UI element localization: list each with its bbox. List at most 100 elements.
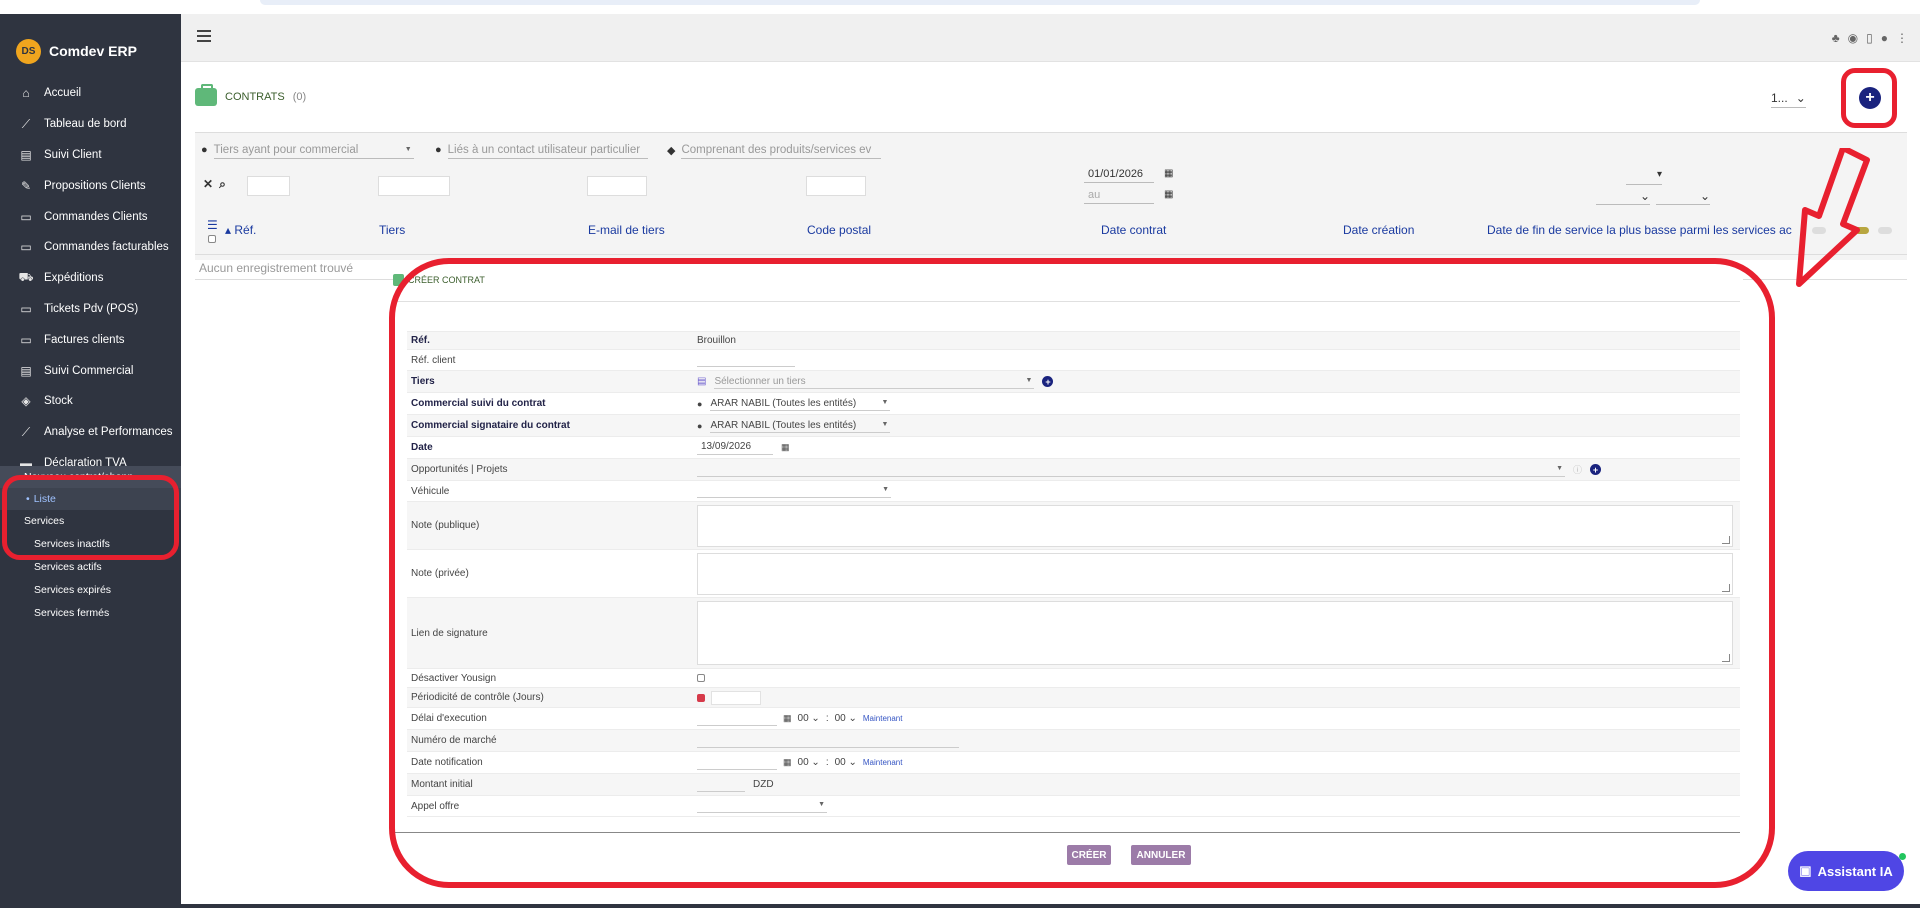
sidebar-item-label: Commandes facturables bbox=[44, 241, 169, 254]
sidebar-item-9[interactable]: ▤ Suivi Commercial bbox=[0, 355, 181, 386]
filter-select-small[interactable]: ▾ bbox=[1626, 169, 1662, 185]
online-status-dot bbox=[1899, 853, 1906, 860]
column-list-icon[interactable]: ☰ bbox=[207, 218, 218, 232]
sidebar-item-label: Tickets Pdv (POS) bbox=[44, 302, 139, 315]
sidebar-item-2[interactable]: ▤ Suivi Client bbox=[0, 140, 181, 171]
sidebar-item-0[interactable]: ⌂ Accueil bbox=[0, 78, 181, 109]
date-start-input[interactable]: 01/01/2026 bbox=[1084, 166, 1154, 183]
filter-products[interactable]: ◆ Comprenant des produits/services ev bbox=[667, 141, 882, 159]
sidebar-item-8[interactable]: ▭ Factures clients bbox=[0, 324, 181, 355]
column-email[interactable]: E-mail de tiers bbox=[588, 223, 665, 237]
calendar-icon[interactable]: ▦ bbox=[1164, 189, 1173, 200]
sidebar-item-7[interactable]: ▭ Tickets Pdv (POS) bbox=[0, 294, 181, 325]
sidebar-service-3[interactable]: Services fermés bbox=[0, 601, 181, 624]
app-name: Comdev ERP bbox=[49, 43, 137, 59]
bell-icon[interactable]: ♣ bbox=[1832, 31, 1840, 45]
page-size-select[interactable]: 1... ⌄ bbox=[1771, 91, 1806, 108]
sidebar-highlight-annotation bbox=[2, 475, 179, 560]
pencil-doc-icon: ✎ bbox=[20, 178, 32, 193]
chat-icon[interactable]: ◉ bbox=[1848, 31, 1858, 45]
search-ref-input[interactable] bbox=[247, 176, 290, 196]
sidebar-item-label: Factures clients bbox=[44, 333, 125, 346]
search-zip-input[interactable] bbox=[806, 176, 866, 196]
top-icons: ♣ ◉ ▯ ● ⋮ bbox=[1832, 31, 1908, 45]
box-icon: ◈ bbox=[21, 394, 31, 409]
filter-commercial[interactable]: ● Tiers ayant pour commercial ▼ bbox=[201, 141, 414, 159]
search-email-input[interactable] bbox=[587, 176, 647, 196]
date-end-input[interactable]: au bbox=[1084, 187, 1154, 204]
building-icon: ▤ bbox=[20, 147, 32, 162]
sidebar-item-label: Propositions Clients bbox=[44, 179, 146, 192]
record-count: (0) bbox=[292, 91, 307, 103]
assistant-ai-button[interactable]: ▣ Assistant IA bbox=[1788, 851, 1906, 891]
app-logo: DS bbox=[16, 38, 41, 64]
robot-icon: ▣ bbox=[1799, 863, 1812, 878]
chart-line-icon: ⟋ bbox=[21, 424, 31, 439]
clear-filters-icon[interactable]: ✕ bbox=[203, 177, 213, 192]
column-date-contract[interactable]: Date contrat bbox=[1101, 223, 1166, 237]
briefcase-icon bbox=[195, 84, 217, 106]
file-icon: ▭ bbox=[20, 209, 32, 224]
sidebar-service-2[interactable]: Services expirés bbox=[0, 578, 181, 601]
caret-down-icon: ▼ bbox=[404, 146, 412, 153]
sidebar-item-label: Suivi Client bbox=[44, 148, 102, 161]
red-arrow-annotation bbox=[1796, 148, 1870, 287]
assistant-label: Assistant IA bbox=[1817, 863, 1893, 879]
column-tiers[interactable]: Tiers bbox=[379, 223, 405, 237]
sidebar-item-label: Expéditions bbox=[44, 272, 104, 285]
select-all-checkbox[interactable] bbox=[208, 235, 216, 243]
chevron-down-icon: ⌄ bbox=[1795, 91, 1806, 105]
search-tiers-input[interactable] bbox=[378, 176, 450, 196]
sidebar-item-4[interactable]: ▭ Commandes Clients bbox=[0, 201, 181, 232]
sidebar-item-1[interactable]: ⟋ Tableau de bord bbox=[0, 109, 181, 140]
clipboard-icon[interactable]: ▯ bbox=[1866, 31, 1873, 45]
home-icon: ⌂ bbox=[22, 86, 30, 101]
filter-commercial-placeholder: Tiers ayant pour commercial bbox=[213, 143, 359, 156]
sidebar-item-label: Commandes Clients bbox=[44, 210, 148, 223]
tag-icon: ◆ bbox=[667, 144, 676, 157]
more-vertical-icon[interactable]: ⋮ bbox=[1896, 31, 1908, 45]
page-title: CONTRATS bbox=[225, 91, 285, 103]
calendar-icon[interactable]: ▦ bbox=[1164, 168, 1173, 179]
sidebar-item-3[interactable]: ✎ Propositions Clients bbox=[0, 170, 181, 201]
user-icon: ● bbox=[435, 144, 442, 156]
sidebar-item-label: Stock bbox=[44, 395, 73, 408]
filter-select-year[interactable]: ⌄ bbox=[1656, 189, 1710, 205]
filter-contact[interactable]: ● Liés à un contact utilisateur particul… bbox=[435, 141, 648, 159]
column-zip[interactable]: Code postal bbox=[807, 223, 871, 237]
filters-panel: ● Tiers ayant pour commercial ▼ ● Liés à … bbox=[195, 132, 1907, 260]
user-avatar-icon[interactable]: ● bbox=[1881, 31, 1888, 45]
chart-line-icon: ⟋ bbox=[21, 116, 31, 131]
sidebar-item-label: Suivi Commercial bbox=[44, 364, 134, 377]
sidebar-item-label: Accueil bbox=[44, 87, 82, 100]
page-header: CONTRATS (0) bbox=[195, 84, 307, 106]
file-icon: ▭ bbox=[20, 240, 32, 255]
add-button-highlight-annotation bbox=[1841, 68, 1897, 128]
page-size-value: 1... bbox=[1771, 91, 1788, 105]
sidebar-item-6[interactable]: ⛟ Expéditions bbox=[0, 263, 181, 294]
filter-contact-placeholder: Liés à un contact utilisateur particulie… bbox=[447, 143, 641, 156]
column-date-creation[interactable]: Date création bbox=[1343, 223, 1414, 237]
sidebar-item-5[interactable]: ▭ Commandes facturables bbox=[0, 232, 181, 263]
browser-top-strip bbox=[0, 0, 1920, 14]
dialog-highlight-annotation bbox=[389, 258, 1775, 888]
brand[interactable]: DS Comdev ERP bbox=[16, 36, 137, 66]
hamburger-menu-icon[interactable] bbox=[197, 30, 211, 42]
sidebar-item-10[interactable]: ◈ Stock bbox=[0, 386, 181, 417]
file-icon: ▭ bbox=[20, 332, 32, 347]
column-ref[interactable]: ▴ Réf. bbox=[225, 223, 256, 237]
filter-products-placeholder: Comprenant des produits/services ev bbox=[681, 143, 872, 156]
sidebar-item-label: Analyse et Performances bbox=[44, 426, 173, 439]
bottom-edge bbox=[0, 904, 1920, 908]
search-actions: ✕ ⌕ bbox=[203, 177, 226, 192]
user-icon: ● bbox=[201, 144, 208, 156]
column-end-date[interactable]: Date de fin de service la plus basse par… bbox=[1487, 223, 1792, 237]
building-icon: ▤ bbox=[20, 363, 32, 378]
sidebar-nav: ⌂ Accueil ⟋ Tableau de bord ▤ Suivi Client ✎ Pr… bbox=[0, 78, 181, 510]
search-icon[interactable]: ⌕ bbox=[219, 177, 226, 192]
filter-select-month[interactable]: ⌄ bbox=[1596, 189, 1650, 205]
dolly-icon: ⛟ bbox=[18, 270, 34, 285]
sidebar-item-11[interactable]: ⟋ Analyse et Performances bbox=[0, 417, 181, 448]
sidebar: DS Comdev ERP ⌂ Accueil ⟋ Tableau de bord ▤ S… bbox=[0, 14, 181, 908]
top-bar: ♣ ◉ ▯ ● ⋮ bbox=[181, 14, 1920, 62]
